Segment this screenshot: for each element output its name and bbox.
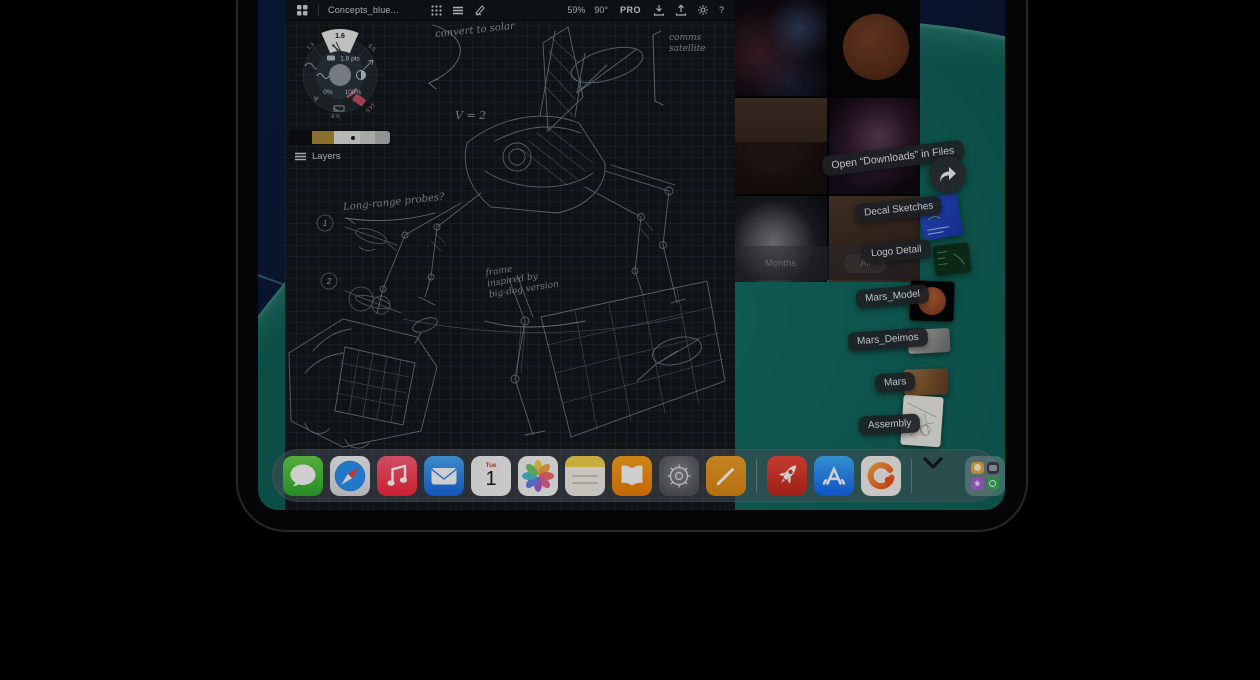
dock-app-photos[interactable] — [518, 456, 558, 496]
dock-app-appstore[interactable] — [814, 456, 854, 496]
messages-bubble-icon — [283, 456, 323, 496]
drag-item-label[interactable]: Assembly — [859, 413, 921, 435]
concepts-c-swirl-icon — [861, 456, 901, 496]
photos-app-window: Months All — [735, 0, 920, 280]
drop-action-badge[interactable] — [929, 156, 966, 193]
swatch-light-gray[interactable] — [360, 131, 375, 144]
opacity-min-label: 0% — [323, 89, 333, 96]
rocket-icon — [767, 456, 807, 496]
appstore-a-icon — [814, 456, 854, 496]
dock-hide-button[interactable] — [922, 456, 958, 496]
ipad-screen: Concepts_blue... 59% 90° PRO ? — [258, 0, 1005, 510]
layers-stack-icon[interactable] — [452, 4, 465, 17]
layers-label: Layers — [312, 151, 341, 162]
color-preview-circle[interactable] — [329, 64, 351, 86]
books-open-book-icon — [612, 456, 652, 496]
mini-app-lightbulb-icon — [971, 462, 984, 475]
drag-item-label[interactable]: Mars — [874, 372, 915, 394]
share-arrow-icon — [937, 165, 958, 184]
dock-app-calendar[interactable]: Tue 1 — [471, 456, 511, 496]
probe-marker-2: 2 — [326, 277, 332, 286]
dock-app-books[interactable] — [612, 456, 652, 496]
app-library-mini-grid — [971, 462, 999, 490]
annotation-comms: comms satellite — [669, 33, 706, 55]
safari-compass-icon — [330, 456, 370, 496]
mini-app-clock-icon — [987, 477, 1000, 490]
concepts-toolbar: Concepts_blue... 59% 90° PRO ? — [285, 0, 735, 21]
opacity-max-label: 100% — [345, 89, 362, 96]
export-share-icon[interactable] — [675, 4, 688, 17]
import-icon[interactable] — [653, 4, 666, 17]
photos-flower-icon — [518, 456, 558, 496]
settings-gear-icon — [659, 456, 699, 496]
dock-app-safari[interactable] — [330, 456, 370, 496]
layers-menu-icon — [295, 152, 306, 161]
pen-gesture-icon[interactable] — [474, 4, 487, 17]
dock-app-rocket[interactable] — [767, 456, 807, 496]
dock-divider — [911, 459, 912, 493]
calendar-day: 1 — [471, 469, 511, 490]
drag-thumb-logo-detail[interactable] — [932, 242, 971, 276]
mail-envelope-icon — [424, 456, 464, 496]
dock-divider — [756, 459, 757, 493]
swatch-white-selected[interactable] — [334, 131, 360, 144]
gallery-grid-icon[interactable] — [296, 4, 309, 17]
dock: Tue 1 — [272, 449, 999, 502]
music-note-icon — [377, 456, 417, 496]
dock-app-library[interactable] — [965, 456, 1005, 496]
pen-icon — [706, 456, 746, 496]
swatch-black[interactable] — [290, 131, 312, 144]
dock-app-concepts[interactable] — [861, 456, 901, 496]
dock-app-messages[interactable] — [283, 456, 323, 496]
notes-yellow-strip — [565, 456, 605, 467]
annotation-comms-line2: satellite — [669, 44, 706, 54]
rotation-readout[interactable]: 90° — [594, 5, 608, 15]
wheel-size-14-5: 14.5 — [364, 101, 376, 113]
dock-app-notes[interactable] — [565, 456, 605, 496]
stroke-size-readout: 1.6 pts — [340, 56, 360, 63]
drawing-canvas[interactable]: 1 2 — [285, 21, 735, 510]
dock-app-music[interactable] — [377, 456, 417, 496]
dock-app-settings[interactable] — [659, 456, 699, 496]
pro-badge[interactable]: PRO — [620, 5, 641, 15]
color-swatch-bar[interactable] — [290, 131, 390, 144]
selected-tool-size: 1.6 — [335, 33, 345, 40]
dock-app-mail[interactable] — [424, 456, 464, 496]
layers-button[interactable]: Layers — [295, 151, 341, 162]
mini-app-camera-icon — [987, 462, 1000, 475]
settings-gear-icon[interactable] — [697, 4, 710, 17]
chevron-down-icon — [922, 456, 944, 470]
swatch-gold[interactable] — [312, 131, 334, 144]
toolbar-divider — [318, 5, 319, 16]
dock-app-sketch[interactable] — [706, 456, 746, 496]
help-button[interactable]: ? — [719, 5, 724, 15]
mini-app-star-icon — [971, 477, 984, 490]
dot-grid-icon[interactable] — [430, 4, 443, 17]
zoom-level-readout[interactable]: 59% — [567, 5, 585, 15]
document-title[interactable]: Concepts_blue... — [328, 5, 399, 15]
annotation-comms-line1: comms — [669, 33, 701, 43]
concepts-app-window: Concepts_blue... 59% 90° PRO ? — [285, 0, 735, 510]
photos-dim-overlay — [735, 0, 920, 280]
probe-marker-1: 1 — [323, 219, 327, 228]
swatch-gray[interactable] — [375, 131, 390, 144]
annotation-version: V = 2 — [455, 109, 486, 122]
tool-wheel[interactable]: 1.6 1.3 5.5 14.5 6.8 A 1.6 pts — [292, 27, 388, 128]
wheel-size-6-8: 6.8 — [331, 112, 339, 118]
